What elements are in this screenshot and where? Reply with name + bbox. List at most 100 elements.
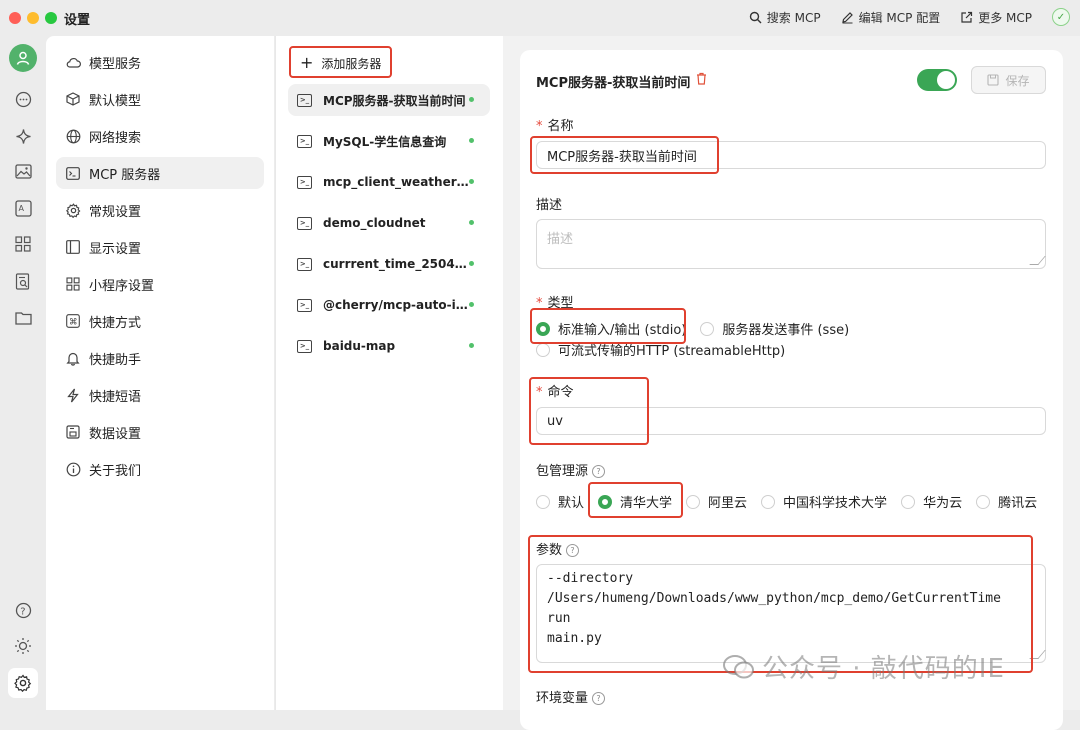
- edit-mcp-config-label: 编辑 MCP 配置: [858, 10, 941, 25]
- nav-item-display-settings[interactable]: 显示设置: [56, 231, 264, 263]
- type-radio-sse[interactable]: 服务器发送事件 (sse): [700, 319, 849, 338]
- env-field-label: 环境变量?: [536, 687, 606, 706]
- user-icon: [16, 51, 30, 65]
- server-status-dot: [469, 179, 474, 184]
- file-search-icon[interactable]: [12, 270, 34, 292]
- add-server-label: 添加服务器: [321, 56, 382, 71]
- server-item[interactable]: >_ currrent_time_250411: [288, 248, 490, 280]
- nav-item-about-us[interactable]: 关于我们: [56, 453, 264, 485]
- status-check-icon[interactable]: ✓: [1052, 8, 1070, 26]
- type-radio-stdio[interactable]: 标准输入/输出 (stdio): [536, 319, 686, 338]
- server-enabled-toggle[interactable]: [917, 69, 957, 91]
- pkg-radio-ustc[interactable]: 中国科学技术大学: [761, 492, 887, 511]
- description-textarea[interactable]: 描述: [536, 219, 1046, 269]
- gear-icon: [65, 202, 81, 218]
- type-radio-streamable-http[interactable]: 可流式传输的HTTP (streamableHttp): [536, 340, 785, 359]
- image-icon[interactable]: [12, 160, 34, 182]
- help-circle-icon[interactable]: ?: [12, 599, 34, 621]
- server-name: baidu-map: [323, 339, 396, 353]
- terminal-icon: [65, 165, 81, 181]
- add-server-button[interactable]: + 添加服务器: [294, 50, 388, 76]
- layout-icon: [65, 239, 81, 255]
- terminal-icon: >_: [297, 257, 312, 271]
- terminal-icon: >_: [297, 93, 312, 107]
- more-mcp-button[interactable]: 更多 MCP: [960, 9, 1032, 26]
- package-source-radio-group: 默认 清华大学 阿里云 中国科学技术大学 华为云 腾讯云: [536, 492, 1051, 511]
- description-field-label: 描述: [536, 198, 563, 213]
- nav-item-label: 快捷短语: [89, 389, 142, 405]
- translate-icon[interactable]: A: [12, 197, 34, 219]
- watermark: 公众号 · 敲代码的IE: [722, 648, 1005, 685]
- help-icon: ?: [592, 692, 606, 705]
- server-item[interactable]: >_ MCP服务器-获取当前时间: [288, 84, 490, 116]
- window-title: 设置: [64, 13, 91, 28]
- save-icon: [987, 74, 1000, 86]
- nav-item-label: 网络搜索: [89, 130, 142, 146]
- server-title: MCP服务器-获取当前时间: [536, 76, 691, 91]
- name-input[interactable]: MCP服务器-获取当前时间: [536, 141, 1046, 169]
- resize-handle[interactable]: [1029, 650, 1046, 659]
- description-placeholder: 描述: [547, 232, 574, 247]
- cube-icon: [65, 91, 81, 107]
- command-input[interactable]: uv: [536, 407, 1046, 435]
- pkg-radio-huawei[interactable]: 华为云: [901, 492, 962, 511]
- resize-handle[interactable]: [1029, 256, 1046, 265]
- top-actions: 搜索 MCP 编辑 MCP 配置 更多 MCP ✓: [749, 8, 1070, 26]
- avatar[interactable]: [9, 44, 37, 72]
- nav-item-shortcuts[interactable]: ⌘ 快捷方式: [56, 305, 264, 337]
- sparkle-icon[interactable]: [12, 125, 34, 147]
- nav-item-default-model[interactable]: 默认模型: [56, 83, 264, 115]
- nav-item-general-settings[interactable]: 常规设置: [56, 194, 264, 226]
- pkg-radio-aliyun[interactable]: 阿里云: [686, 492, 747, 511]
- nav-item-web-search[interactable]: 网络搜索: [56, 120, 264, 152]
- svg-text:?: ?: [20, 606, 25, 617]
- folder-icon[interactable]: [12, 307, 34, 329]
- save-button[interactable]: 保存: [971, 66, 1046, 94]
- pkg-radio-default[interactable]: 默认: [536, 492, 584, 511]
- trash-icon[interactable]: [696, 72, 707, 89]
- server-item[interactable]: >_ baidu-map: [288, 330, 490, 362]
- server-item[interactable]: >_ mcp_client_weather_server: [288, 166, 490, 198]
- nav-item-label: 快捷助手: [89, 352, 142, 368]
- search-mcp-button[interactable]: 搜索 MCP: [749, 9, 821, 26]
- server-item[interactable]: >_ demo_cloudnet: [288, 207, 490, 239]
- server-status-dot: [469, 302, 474, 307]
- server-name: currrent_time_250411: [323, 257, 469, 271]
- window-minimize-button[interactable]: [27, 12, 39, 24]
- database-icon: [65, 424, 81, 440]
- bell-icon: [65, 350, 81, 366]
- pkg-radio-tencent[interactable]: 腾讯云: [976, 492, 1037, 511]
- server-detail-panel: MCP服务器-获取当前时间 保存 * 名称 MCP服务器-获取当前时间 描述 描述…: [503, 36, 1080, 730]
- nav-item-data-settings[interactable]: 数据设置: [56, 416, 264, 448]
- wechat-icon: [723, 654, 754, 678]
- nav-item-quick-phrases[interactable]: 快捷短语: [56, 379, 264, 411]
- nav-item-mini-program-settings[interactable]: 小程序设置: [56, 268, 264, 300]
- pkg-radio-tsinghua[interactable]: 清华大学: [598, 492, 672, 511]
- nav-item-model-service[interactable]: 模型服务: [56, 46, 264, 78]
- server-config-card: MCP服务器-获取当前时间 保存 * 名称 MCP服务器-获取当前时间 描述 描述…: [520, 50, 1063, 730]
- window-close-button[interactable]: [9, 12, 21, 24]
- nav-item-mcp-server[interactable]: MCP 服务器: [56, 157, 264, 189]
- terminal-icon: >_: [297, 216, 312, 230]
- watermark-text: 公众号 · 敲代码的IE: [762, 654, 1005, 684]
- theme-sun-icon[interactable]: [12, 635, 34, 657]
- terminal-icon: >_: [297, 175, 312, 189]
- server-status-dot: [469, 261, 474, 266]
- server-name: demo_cloudnet: [323, 216, 426, 230]
- settings-nav: 模型服务 默认模型 网络搜索 MCP 服务器 常规设置 显示设置 小程序设置 ⌘…: [46, 36, 274, 710]
- globe-icon: [65, 128, 81, 144]
- gear-icon: [14, 674, 32, 692]
- more-mcp-label: 更多 MCP: [978, 10, 1032, 25]
- server-item[interactable]: >_ MySQL-学生信息查询: [288, 125, 490, 157]
- title-bar: 设置 搜索 MCP 编辑 MCP 配置 更多 MCP ✓: [0, 0, 1080, 36]
- window-zoom-button[interactable]: [45, 12, 57, 24]
- edit-mcp-config-button[interactable]: 编辑 MCP 配置: [841, 9, 941, 26]
- chat-icon[interactable]: [12, 88, 34, 110]
- search-icon: [749, 11, 762, 23]
- nav-item-quick-assistant[interactable]: 快捷助手: [56, 342, 264, 374]
- server-item[interactable]: >_ @cherry/mcp-auto-install: [288, 289, 490, 321]
- type-radio-group: 标准输入/输出 (stdio) 服务器发送事件 (sse): [536, 319, 863, 338]
- nav-item-label: 数据设置: [89, 426, 142, 442]
- apps-grid-icon[interactable]: [12, 233, 34, 255]
- settings-nav-button[interactable]: [8, 668, 38, 698]
